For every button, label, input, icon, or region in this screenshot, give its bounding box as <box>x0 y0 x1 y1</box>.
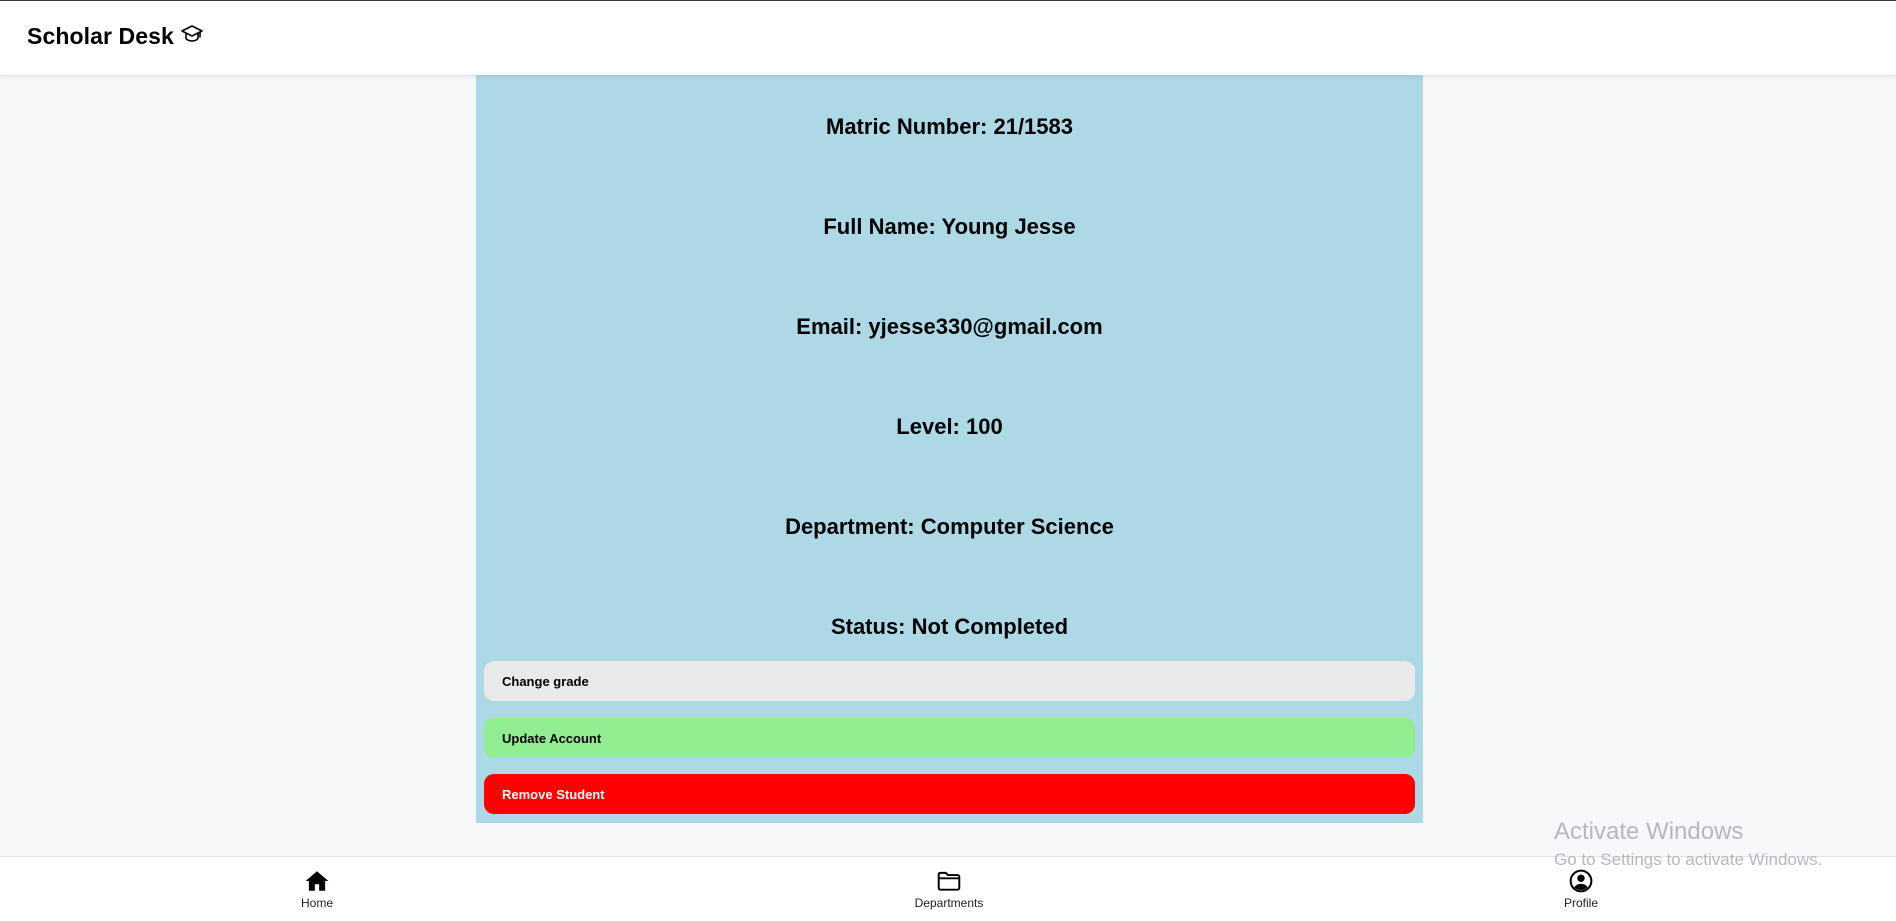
status: Status: Not Completed <box>830 614 1069 639</box>
nav-departments[interactable]: Departments <box>889 868 1009 910</box>
user-circle-icon <box>1569 869 1593 893</box>
watermark-title: Activate Windows <box>1554 818 1744 845</box>
brand[interactable]: Scholar Desk <box>27 23 204 50</box>
bottom-nav: Home Departments Profile <box>0 856 1896 921</box>
change-grade-button[interactable]: Change grade <box>484 661 1415 701</box>
nav-profile[interactable]: Profile <box>1521 868 1641 910</box>
folder-icon <box>937 871 961 891</box>
nav-home[interactable]: Home <box>257 868 377 910</box>
department: Department: Computer Science <box>785 514 1114 539</box>
app-title: Scholar Desk <box>27 23 174 49</box>
top-bar: Scholar Desk <box>0 0 1896 75</box>
level: Level: 100 <box>896 414 1003 439</box>
nav-profile-label: Profile <box>1563 896 1598 910</box>
update-account-button[interactable]: Update Account <box>484 718 1415 758</box>
email: Email: yjesse330@gmail.com <box>796 314 1103 339</box>
nav-home-label: Home <box>300 896 333 910</box>
full-name: Full Name: Young Jesse <box>823 214 1076 239</box>
graduation-cap-icon <box>181 24 203 42</box>
home-icon <box>305 871 329 891</box>
remove-student-button[interactable]: Remove Student <box>484 774 1415 814</box>
matric-number: Matric Number: 21/1583 <box>826 114 1073 139</box>
student-details-card: Matric Number: 21/1583 Full Name: Young … <box>476 75 1423 823</box>
nav-departments-label: Departments <box>914 896 984 910</box>
